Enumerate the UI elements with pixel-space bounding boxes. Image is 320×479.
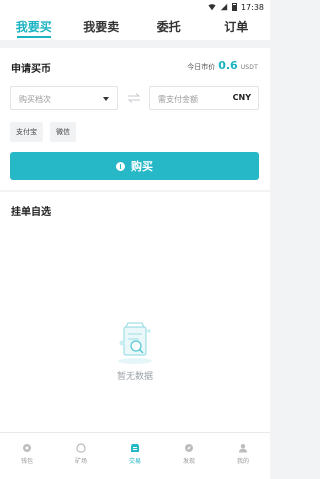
tier-select-placeholder: 购买档次 (19, 95, 51, 104)
nav-profile-label: 我的 (236, 458, 249, 465)
wallet-icon (23, 444, 31, 452)
empty-text: 暂无数据 (116, 372, 153, 382)
tab-entrust[interactable]: 委托 (135, 14, 203, 40)
top-tab-bar: 我要买 我要卖 委托 订单 (0, 14, 270, 40)
status-bar: 17:38 (0, 0, 270, 14)
empty-state: 暂无数据 (0, 317, 270, 382)
nav-mine[interactable]: 矿场 (54, 433, 108, 479)
nav-discover[interactable]: 发现 (162, 433, 216, 479)
price-unit: USDT (240, 64, 258, 71)
nav-mine-label: 矿场 (74, 458, 87, 465)
mine-icon (76, 443, 86, 453)
nav-discover-label: 发现 (182, 458, 195, 465)
tab-sell[interactable]: 我要卖 (68, 14, 136, 40)
nav-profile[interactable]: 我的 (216, 433, 270, 479)
empty-box-icon (118, 322, 152, 364)
nav-trade[interactable]: 交易 (108, 433, 162, 479)
amount-placeholder: 需支付金额 (158, 95, 198, 104)
buy-button-label: 购买 (131, 160, 153, 173)
nav-wallet[interactable]: 钱包 (0, 433, 54, 479)
profile-icon (239, 444, 247, 453)
tab-buy[interactable]: 我要买 (0, 14, 68, 40)
discover-icon (185, 444, 193, 452)
bottom-nav: 钱包 矿场 交易 发现 我的 (0, 432, 270, 479)
wifi-icon (208, 4, 216, 11)
currency-label: CNY (232, 93, 251, 102)
amount-input[interactable]: 需支付金额 CNY (149, 86, 259, 110)
payment-alipay[interactable]: 支付宝 (10, 122, 43, 142)
info-icon (116, 161, 125, 171)
tier-select[interactable]: 购买档次 (10, 86, 118, 110)
signal-icon (220, 3, 228, 11)
trade-icon (131, 444, 139, 452)
buy-button[interactable]: 购买 (10, 152, 259, 180)
listings-card: 挂单自选 暂无数据 (0, 192, 270, 432)
tab-orders[interactable]: 订单 (203, 14, 271, 40)
exchange-icon (127, 93, 141, 103)
payment-wechat[interactable]: 微信 (50, 122, 76, 142)
nav-trade-label: 交易 (128, 458, 141, 465)
nav-wallet-label: 钱包 (20, 458, 33, 465)
status-time: 17:38 (240, 2, 264, 12)
caret-down-icon (103, 97, 109, 101)
battery-icon (231, 3, 237, 11)
price-label: 今日市价 (187, 63, 216, 71)
payment-methods: 支付宝 微信 (10, 122, 76, 142)
apply-title: 申请买币 (11, 64, 51, 75)
price-value: 0.6 (218, 59, 238, 72)
listings-title: 挂单自选 (11, 207, 51, 218)
market-price: 今日市价 0.6 USDT (187, 59, 258, 72)
